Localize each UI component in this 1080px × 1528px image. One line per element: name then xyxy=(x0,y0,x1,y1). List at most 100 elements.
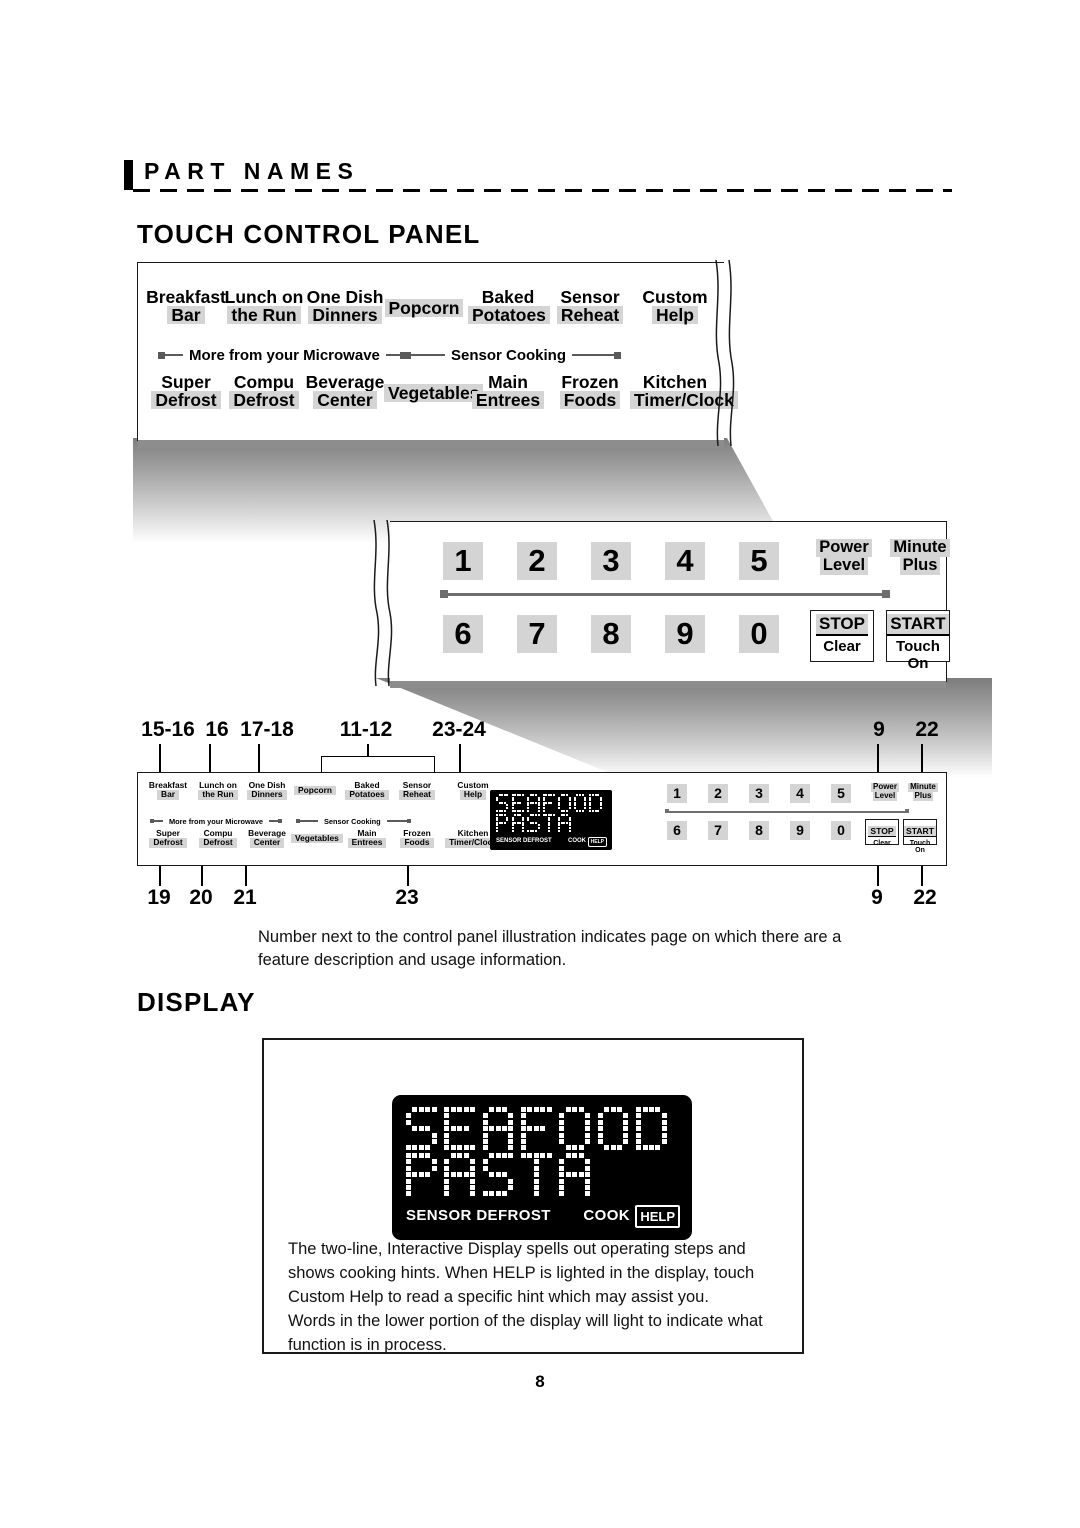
reference-number-top-11-12: 11-12 xyxy=(339,718,393,741)
panel-torn-edge-right xyxy=(715,259,735,447)
mini-key-foods-line2: Foods xyxy=(393,837,441,848)
mini-key-reheat-keypad: Reheat xyxy=(399,789,435,800)
control-key-help[interactable]: Custom Help xyxy=(630,288,720,325)
keypad-digit-5[interactable]: 5 xyxy=(739,542,779,580)
lcd-char-a xyxy=(559,1153,590,1197)
stop-clear-button-primary: STOP xyxy=(816,614,868,636)
keypad-digit-8[interactable]: 8 xyxy=(591,615,631,653)
lcd-status-sensor-defrost: SENSOR DEFROST xyxy=(496,838,552,844)
start-touch-on-button[interactable]: START Touch On xyxy=(886,610,950,672)
lcd-char-o xyxy=(597,1107,629,1151)
mini-key-defrost[interactable]: Compu Defrost xyxy=(194,828,242,848)
reference-number-bottom-9: 9 xyxy=(871,886,883,909)
keypad-separator-dot-left-icon xyxy=(440,590,448,598)
keypad-bottom-shadow xyxy=(390,681,946,688)
mini-keypad-digit-7[interactable]: 7 xyxy=(708,821,728,840)
power-level-key[interactable]: Power Level xyxy=(814,538,874,575)
keypad-digit-1[interactable]: 1 xyxy=(443,542,483,580)
control-key-foods-line1: Frozen xyxy=(561,372,619,392)
mini-keypad-digit-1[interactable]: 1 xyxy=(667,784,687,803)
group-sensor-cooking-right-rule xyxy=(572,353,615,357)
control-key-dinners-line1: One Dish xyxy=(306,287,384,307)
lcd-display: SENSOR DEFROST COOK HELP xyxy=(490,790,612,850)
power-level-key-line1: Power xyxy=(816,538,872,557)
reference-bracket-11-12 xyxy=(321,756,435,773)
mini-key-bar[interactable]: Breakfast Bar xyxy=(144,780,192,800)
control-key-foods[interactable]: Frozen Foods xyxy=(550,373,630,409)
keypad-digit-7[interactable]: 7 xyxy=(517,615,557,653)
mini-keypad-digit-8[interactable]: 8 xyxy=(749,821,769,840)
control-key-defrost[interactable]: Compu Defrost xyxy=(224,373,304,409)
mini-key-popcorn-line2: Popcorn xyxy=(291,785,339,796)
mini-keypad-digit-2[interactable]: 2 xyxy=(708,784,728,803)
mini-keypad-digit-3[interactable]: 3 xyxy=(749,784,769,803)
control-key-the-run-keypad: the Run xyxy=(227,306,301,324)
reference-leader-top-17-18 xyxy=(258,744,260,772)
control-key-center-line2: Center xyxy=(305,391,385,409)
enlarged-control-panel-left: Breakfast Bar Lunch on the Run One Dish Dinne… xyxy=(137,262,738,448)
mini-keypad-digit-9[interactable]: 9 xyxy=(790,821,810,840)
mini-key-dinners[interactable]: One Dish Dinners xyxy=(243,780,291,800)
lcd-char-a xyxy=(444,1153,475,1197)
control-key-the-run[interactable]: Lunch on the Run xyxy=(224,288,304,325)
enlarged-keypad-panel-right: 1 2 3 4 5 6 7 8 9 0 Power Level Minute Plus STOP Clear S… xyxy=(390,521,950,688)
minute-plus-key[interactable]: Minute Plus xyxy=(890,538,950,575)
start-touch-on-button-secondary: Touch On xyxy=(896,638,940,672)
mini-key-entrees-keypad: Entrees xyxy=(347,837,387,848)
control-key-center[interactable]: Beverage Center xyxy=(305,373,385,410)
mini-key-defrost-line2: Defrost xyxy=(144,837,192,848)
control-key-dinners[interactable]: One Dish Dinners xyxy=(305,287,385,325)
keypad-digit-4[interactable]: 4 xyxy=(665,542,705,580)
mini-group-more-from-your-microwave-label: More from your Microwave xyxy=(169,816,264,826)
control-key-vegetables[interactable]: Vegetables xyxy=(384,384,484,402)
mini-key-defrost[interactable]: Super Defrost xyxy=(144,828,192,848)
mini-key-entrees-line2: Entrees xyxy=(343,837,391,848)
control-key-foods-keypad: Foods xyxy=(559,391,621,409)
mini-keypad-digit-4[interactable]: 4 xyxy=(790,784,810,803)
mini-start-touch-on-button[interactable]: START Touch On xyxy=(903,819,937,854)
control-key-reheat[interactable]: Sensor Reheat xyxy=(550,288,630,324)
mini-power-level-key[interactable]: Power Level xyxy=(868,782,902,801)
mini-key-the-run[interactable]: Lunch on the Run xyxy=(194,780,242,800)
mini-key-reheat[interactable]: Sensor Reheat xyxy=(393,780,441,800)
lcd-char-f xyxy=(521,1107,552,1151)
control-key-entrees[interactable]: Main Entrees xyxy=(468,373,548,409)
control-key-popcorn[interactable]: Popcorn xyxy=(384,299,464,317)
mini-minute-plus-key[interactable]: Minute Plus xyxy=(906,782,940,801)
reference-leader-bottom-22 xyxy=(921,866,923,886)
mini-key-help-keypad: Help xyxy=(459,789,487,800)
mini-keypad-digit-0[interactable]: 0 xyxy=(831,821,851,840)
keypad-digit-6[interactable]: 6 xyxy=(443,615,483,653)
keypad-digit-0[interactable]: 0 xyxy=(739,615,779,653)
mini-key-vegetables-line2: Vegetables xyxy=(291,833,343,844)
control-key-defrost[interactable]: Super Defrost xyxy=(146,373,226,409)
mini-keypad-digit-6[interactable]: 6 xyxy=(667,821,687,840)
control-key-potatoes[interactable]: Baked Potatoes xyxy=(468,287,550,324)
mini-key-potatoes[interactable]: Baked Potatoes xyxy=(343,780,391,800)
control-key-potatoes-line1: Baked xyxy=(481,287,535,307)
mini-key-vegetables[interactable]: Vegetables xyxy=(291,833,343,844)
mini-stop-clear-button-top-label: STOP xyxy=(866,821,898,839)
keypad-digit-9[interactable]: 9 xyxy=(665,615,705,653)
control-key-timer-clock[interactable]: Kitchen Timer/Clock xyxy=(630,373,738,409)
control-key-bar-keypad: Bar xyxy=(167,306,205,324)
reference-number-bottom-22: 22 xyxy=(913,886,937,909)
control-key-help-keypad: Help xyxy=(652,306,698,324)
mini-key-center[interactable]: Beverage Center xyxy=(243,828,291,848)
mini-keypad-separator-dot-left-icon xyxy=(665,809,669,813)
reference-leader-bottom-20 xyxy=(201,866,203,886)
mini-key-entrees[interactable]: Main Entrees xyxy=(343,828,391,848)
mini-key-popcorn[interactable]: Popcorn xyxy=(291,785,339,796)
control-key-bar[interactable]: Breakfast Bar xyxy=(146,288,226,325)
control-key-defrost-line2: Defrost xyxy=(224,391,304,409)
mini-key-defrost-keypad: Defrost xyxy=(149,837,187,848)
stop-clear-button[interactable]: STOP Clear xyxy=(810,610,874,662)
reference-leader-top-22 xyxy=(921,744,923,772)
minute-plus-key-row2: Plus xyxy=(890,556,950,575)
mini-keypad-digit-5[interactable]: 5 xyxy=(831,784,851,803)
keypad-digit-2[interactable]: 2 xyxy=(517,542,557,580)
lcd-char-d xyxy=(636,1107,667,1151)
keypad-digit-3[interactable]: 3 xyxy=(591,542,631,580)
mini-key-foods[interactable]: Frozen Foods xyxy=(393,828,441,848)
mini-stop-clear-button[interactable]: STOP Clear xyxy=(865,819,899,847)
